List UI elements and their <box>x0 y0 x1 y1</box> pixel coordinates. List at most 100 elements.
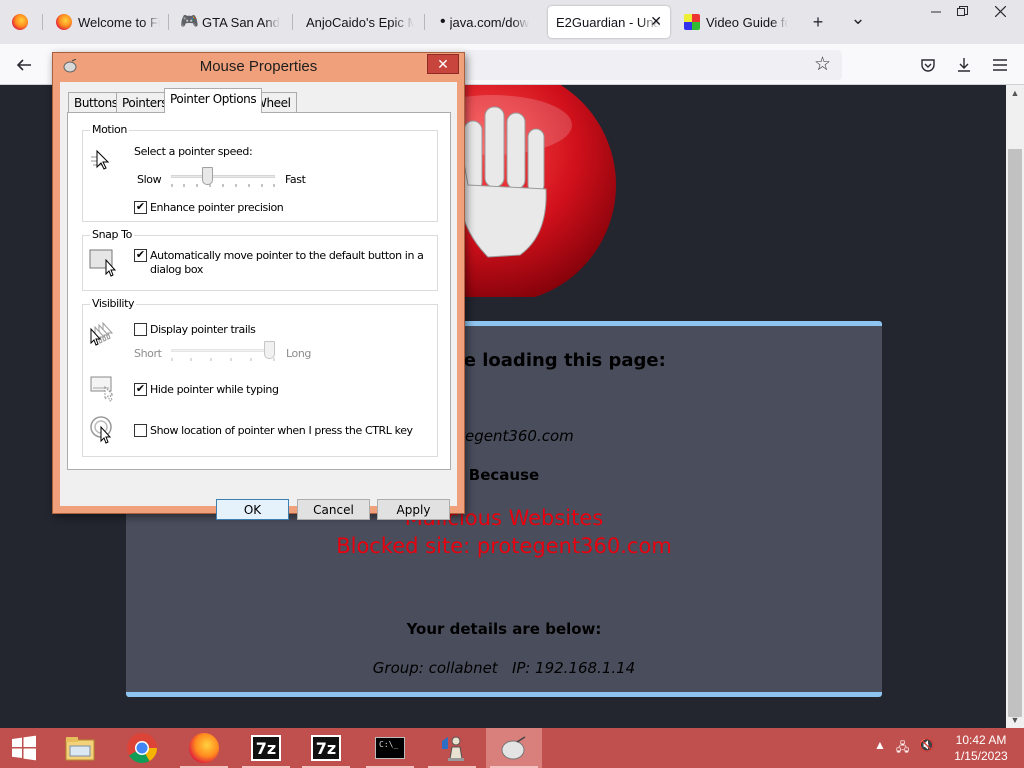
taskbar-chess[interactable] <box>424 728 480 768</box>
pointer-speed-icon <box>91 149 110 170</box>
7zip-icon: 7z <box>311 735 341 761</box>
taskbar-file-explorer[interactable] <box>52 728 108 768</box>
dot-icon: • <box>440 13 446 30</box>
tab-gta[interactable]: 🎮 GTA San Andre <box>172 6 288 38</box>
short-label: Short <box>134 347 162 360</box>
tab-title: GTA San Andre <box>202 14 280 30</box>
mouse-icon <box>501 736 526 760</box>
tab-title: java.com/dow <box>449 14 530 30</box>
trail-length-slider[interactable] <box>171 341 275 365</box>
pocket-icon <box>921 59 935 72</box>
dialog-titlebar[interactable]: Mouse Properties ✕ <box>53 53 464 81</box>
tab-e2guardian[interactable]: E2Guardian - Una ✕ <box>548 6 670 38</box>
dialog-body: Buttons Pointers Pointer Options Wheel M… <box>60 82 457 506</box>
pointer-options-panel: Motion Select a pointer speed: Slow Fast… <box>67 112 451 470</box>
ok-button[interactable]: OK <box>216 499 289 520</box>
tab-pointer-options[interactable]: Pointer Options <box>164 88 263 113</box>
pocket-button[interactable] <box>914 51 942 79</box>
slider-ticks <box>171 184 275 187</box>
minimize-icon <box>931 11 941 13</box>
taskbar-7zip-2[interactable]: 7z <box>298 728 354 768</box>
slider-thumb[interactable] <box>201 167 213 185</box>
long-label: Long <box>286 347 312 360</box>
address-bar[interactable]: ☆ <box>462 50 842 80</box>
folder-icon <box>65 737 95 761</box>
tab-title: E2Guardian - Una <box>556 14 661 30</box>
show-location-checkbox[interactable] <box>134 424 147 437</box>
scroll-up-arrow-icon[interactable]: ▲ <box>1006 85 1024 101</box>
start-button[interactable] <box>0 728 48 768</box>
apply-button[interactable]: Apply <box>377 499 450 520</box>
hide-pointer-checkbox[interactable]: ✔ <box>134 383 147 396</box>
taskbar-clock[interactable]: 10:42 AM 1/15/2023 <box>946 732 1016 764</box>
tab-title: Video Guide fo <box>706 14 788 30</box>
close-tab-icon[interactable]: ✕ <box>650 13 662 30</box>
dialog-title: Mouse Properties <box>199 58 318 75</box>
snap-to-label-line1: Automatically move pointer to the defaul… <box>150 249 424 262</box>
tab-title: AnjoCaido's Epic M <box>306 14 414 30</box>
snap-to-group: Snap To ✔ Automatically move pointer to … <box>82 228 438 291</box>
firefox-icon <box>12 14 28 30</box>
clock-time: 10:42 AM <box>955 733 1007 747</box>
new-tab-button[interactable]: + <box>804 8 832 36</box>
tab-separator <box>42 14 43 30</box>
slider-track <box>171 349 275 352</box>
taskbar-chrome[interactable] <box>114 728 170 768</box>
browser-tab-bar: Welcome to Fir 🎮 GTA San Andre AnjoCaido… <box>0 0 1024 44</box>
visibility-group-label: Visibility <box>90 297 137 310</box>
close-window-button[interactable] <box>984 0 1016 22</box>
chrome-icon <box>127 733 157 764</box>
taskbar-command-prompt[interactable]: C:\_ <box>362 728 418 768</box>
tab-java[interactable]: • java.com/dow <box>432 6 540 38</box>
pointer-trails-label: Display pointer trails <box>150 323 256 336</box>
slider-ticks <box>171 358 275 361</box>
7zip-icon: 7z <box>251 735 281 761</box>
scroll-down-arrow-icon[interactable]: ▼ <box>1006 712 1024 728</box>
gamepad-icon: 🎮 <box>180 13 199 30</box>
app-menu-button[interactable] <box>986 51 1014 79</box>
show-location-label: Show location of pointer when I press th… <box>150 424 413 437</box>
snap-to-group-label: Snap To <box>90 228 134 241</box>
pointer-trails-icon <box>90 321 114 346</box>
tab-separator <box>168 14 169 30</box>
slow-label: Slow <box>137 173 162 186</box>
downloads-button[interactable] <box>950 51 978 79</box>
list-all-tabs-button[interactable]: ⌄ <box>844 4 872 32</box>
command-prompt-icon: C:\_ <box>375 737 405 759</box>
tab-separator <box>292 14 293 30</box>
blocked-site-text: Blocked site: protegent360.com <box>336 534 672 558</box>
firefox-view-button[interactable] <box>6 8 34 36</box>
cancel-button[interactable]: Cancel <box>297 499 370 520</box>
volume-muted-icon[interactable]: 🔇 <box>919 738 934 759</box>
clock-date: 1/15/2023 <box>954 749 1008 763</box>
show-hidden-icons-icon[interactable]: ▲ <box>874 738 886 759</box>
chess-icon <box>442 736 464 761</box>
pointer-speed-slider[interactable] <box>171 167 275 191</box>
download-icon <box>958 58 970 72</box>
page-scrollbar[interactable]: ▲ ▼ <box>1006 85 1024 728</box>
motion-group: Motion Select a pointer speed: Slow Fast… <box>82 123 438 222</box>
taskbar-7zip-1[interactable]: 7z <box>238 728 294 768</box>
group-ip-text: Group: collabnet IP: 192.168.1.14 <box>372 659 636 677</box>
tab-anjocaido[interactable]: AnjoCaido's Epic M <box>298 6 422 38</box>
enhance-precision-checkbox[interactable]: ✔ <box>134 201 147 214</box>
slider-thumb[interactable] <box>264 341 275 359</box>
restore-icon <box>956 5 968 16</box>
snap-to-checkbox[interactable]: ✔ <box>134 249 147 262</box>
tab-welcome[interactable]: Welcome to Fir <box>48 6 168 38</box>
pointer-trails-checkbox[interactable] <box>134 323 147 336</box>
scroll-thumb[interactable] <box>1008 149 1022 717</box>
back-arrow-icon <box>16 59 31 71</box>
dialog-close-button[interactable]: ✕ <box>427 54 459 74</box>
network-icon[interactable]: 🖧 <box>896 738 909 759</box>
firefox-icon <box>189 733 219 763</box>
back-button[interactable] <box>10 51 38 79</box>
taskbar-mouse-properties[interactable] <box>486 728 542 768</box>
mouse-properties-dialog: Mouse Properties ✕ Buttons Pointers Poin… <box>52 52 465 520</box>
hamburger-menu-icon <box>993 59 1007 71</box>
restore-window-button[interactable] <box>946 0 978 22</box>
taskbar-firefox[interactable] <box>176 728 232 768</box>
tab-video-guide[interactable]: Video Guide fo <box>676 6 796 38</box>
bookmark-star-icon[interactable]: ☆ <box>814 53 831 76</box>
details-heading: Your details are below: <box>406 620 602 638</box>
